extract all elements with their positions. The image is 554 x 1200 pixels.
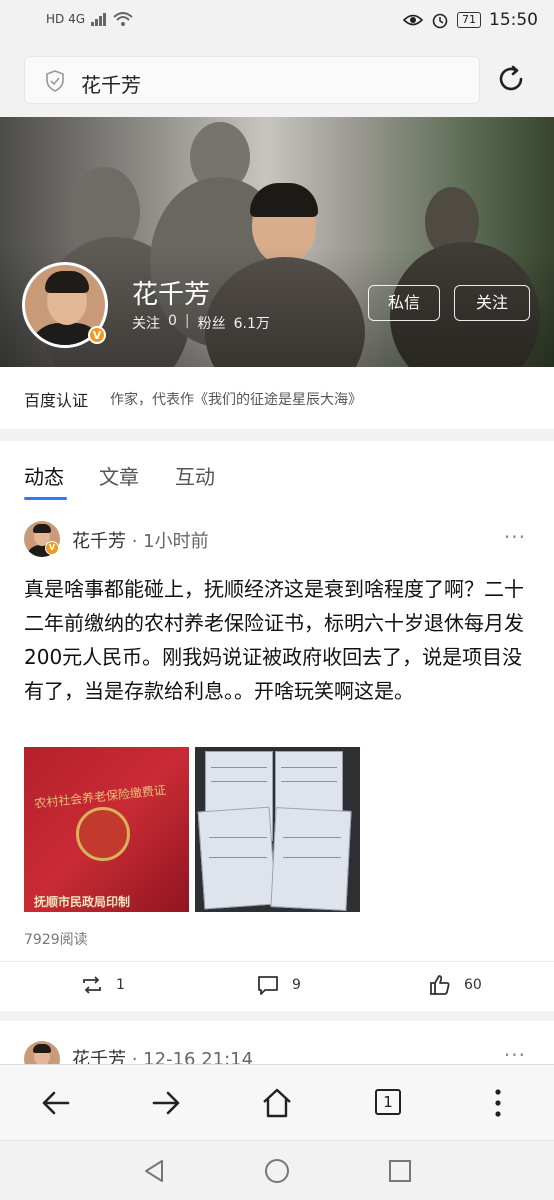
person-hair [250,183,318,217]
post-author[interactable]: 花千芳 [72,531,126,552]
booklet-page [270,807,352,911]
table-line [209,857,267,858]
follow-button[interactable]: 关注 [454,285,530,321]
booklet-page [197,806,277,910]
nav-home-icon[interactable] [263,1157,291,1185]
shield-icon [46,70,64,92]
follow-label: 关注 [132,316,160,332]
certification-text: 作家，代表作《我们的征途是星辰大海》 [110,392,362,408]
status-bar: HD 4G 71 15:50 [0,0,554,44]
more-options-icon[interactable]: ··· [504,525,526,549]
search-query[interactable]: 花千芳 [81,69,141,98]
forward-arrow-icon[interactable] [148,1085,184,1121]
nav-back-icon[interactable] [140,1157,168,1185]
national-emblem [76,807,130,861]
message-button[interactable]: 私信 [368,285,440,321]
profile-name: 花千芳 [132,280,211,310]
post-divider [0,961,554,962]
post-image-booklet[interactable] [195,747,360,912]
comment-count: 9 [292,977,301,993]
eye-icon [403,14,423,26]
post-time: · 1小时前 [126,531,209,552]
verified-badge: V [45,541,59,555]
tab-interactions[interactable]: 互动 [175,461,215,490]
post-author-line: 花千芳 · 1小时前 [72,527,209,553]
post-body: 真是啥事都能碰上，抚顺经济这是衰到啥程度了啊？二十二年前缴纳的农村养老保险证书，… [24,577,524,703]
like-icon [430,975,450,995]
home-icon[interactable] [259,1085,295,1121]
browser-toolbar: 1 [0,1064,554,1140]
fans-count[interactable]: 6.1万 [234,313,270,333]
refresh-icon[interactable] [494,62,528,96]
repost-count: 1 [116,977,125,993]
status-right: 71 15:50 [403,10,538,30]
search-bar[interactable]: 花千芳 [24,56,480,104]
like-button[interactable]: 60 [428,973,482,997]
follow-count[interactable]: 0 [168,313,177,333]
table-line [283,837,341,838]
system-nav-bar [0,1140,554,1200]
profile-stats: 关注 0 | 粉丝 6.1万 [132,313,270,333]
wifi-icon [113,12,133,26]
profile-tabs: 动态 文章 互动 [0,441,554,501]
tab-articles[interactable]: 文章 [99,461,139,490]
table-line [281,781,337,782]
verified-badge: V [88,326,106,344]
signal-icon [91,13,107,26]
certification-row: 百度认证 作家，代表作《我们的征途是星辰大海》 [0,367,554,429]
table-line [283,857,341,858]
table-line [211,781,267,782]
avatar-hair [45,271,89,293]
tab-count-button[interactable]: 1 [375,1089,401,1115]
table-line [281,767,337,768]
repost-icon [83,976,101,994]
avatar-hair [33,1044,51,1053]
fans-label: 粉丝 [197,316,226,332]
tab-dynamics[interactable]: 动态 [24,461,64,490]
nav-recents-icon[interactable] [386,1157,414,1185]
comment-icon [258,976,278,995]
alarm-icon [432,13,448,29]
status-time: 15:50 [489,10,538,30]
avatar-hair [33,524,51,533]
post-card[interactable]: V 花千芳 · 1小时前 ··· 真是啥事都能碰上，抚顺经济这是衰到啥程度了啊？… [0,501,554,1011]
table-line [211,767,267,768]
back-arrow-icon[interactable] [38,1085,74,1121]
network-text: HD 4G [46,12,86,26]
more-vertical-icon[interactable] [480,1085,516,1121]
comment-button[interactable]: 9 [256,973,301,997]
stats-separator: | [184,313,190,329]
table-line [209,837,267,838]
certificate-issuer: 抚顺市民政局印制 [34,895,131,909]
network-indicator: HD 4G [46,12,133,26]
like-count: 60 [464,977,482,993]
read-count: 7929阅读 [24,932,88,948]
certification-label: 百度认证 [24,391,89,410]
post-image-certificate[interactable]: 农村社会养老保险缴费证 抚顺市民政局印制 [24,747,189,912]
active-tab-indicator [24,497,67,500]
battery-indicator: 71 [457,12,481,28]
repost-button[interactable]: 1 [80,973,125,997]
